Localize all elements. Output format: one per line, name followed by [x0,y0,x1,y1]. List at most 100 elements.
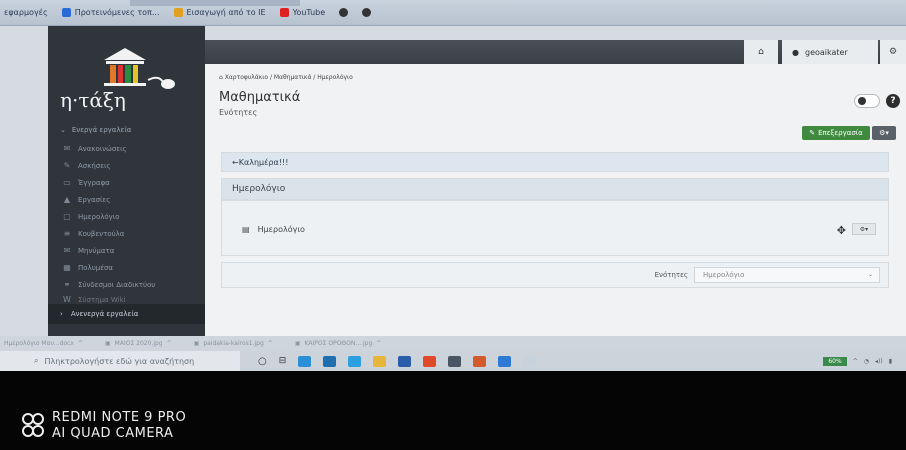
taskbar-apps: ○ ⊟ [258,355,537,367]
sidebar-item-documents[interactable]: ▭ Έγγραφα [48,174,205,191]
calendar-icon: ▤ [242,225,250,234]
chevron-up-icon: ^ [376,340,382,347]
sidebar-item-exercises[interactable]: ✎ Ασκήσεις [48,157,205,174]
units-label: Ενότητες [654,271,688,279]
skype-icon[interactable] [298,355,312,367]
bookmark-extra-2[interactable] [362,8,372,17]
image-icon: ▣ [105,340,111,347]
downloads-bar: Ημερολόγιο Μαν...docx ^ ▣ ΜΑΙΟΣ 2020.jpg ^ … [0,336,906,351]
word-icon[interactable] [398,355,412,367]
image-icon: ▣ [193,340,200,347]
move-icon[interactable]: ✥ [837,224,846,237]
file-explorer-icon[interactable] [373,355,387,367]
sidebar-section-inactive[interactable]: › Ανενεργά εργαλεία [48,304,205,324]
units-select[interactable]: Ημερολόγιο ⌄ [694,267,880,283]
help-button[interactable]: ? [886,94,900,108]
camera-watermark: REDMI NOTE 9 PRO AI QUAD CAMERA [52,410,187,441]
download-item[interactable]: ▣ paidakia-kairos1.jpg ^ [194,340,273,347]
chevron-right-icon: › [60,310,63,318]
battery-indicator[interactable]: 60% [823,356,847,366]
download-item[interactable]: ▣ ΚΑΙΡΟΣ ΟΡΟΘΟΝ....jpg ^ [295,340,381,347]
download-item[interactable]: ▣ ΜΑΙΟΣ 2020.jpg ^ [105,340,172,347]
address-bar[interactable] [130,0,300,6]
sidebar-item-multimedia[interactable]: ▦ Πολυμέσα [48,259,205,276]
top-navbar: ⌂ ● geoaikater ⚙ [205,40,906,64]
download-item[interactable]: Ημερολόγιο Μαν...docx ^ [4,340,83,347]
youtube-icon [279,8,289,17]
folder-icon: ▭ [63,178,71,187]
page-title: Μαθηματικά [219,90,301,105]
browser-page: η·τάξη ⌄ Ενεργά εργαλεία ✉ Ανακοινώσεις ✎… [0,26,906,336]
bookmark-suggested[interactable]: Προτεινόμενες τοπ... [61,8,160,17]
powerpoint-icon[interactable] [473,355,487,367]
flask-icon: ▲ [63,195,71,204]
sidebar-item-calendar[interactable]: ▢ Ημερολόγιο [48,208,205,225]
store-icon[interactable] [323,355,337,367]
bookmark-import-ie[interactable]: Εισαγωγή από το IE [173,8,266,17]
chevron-up-icon[interactable]: ^ [853,358,858,365]
edit-icon: ✎ [809,129,816,137]
edge-icon[interactable] [348,355,362,367]
welcome-panel[interactable]: ← Καλημέρα!!! [221,152,889,172]
sidebar-item-messages[interactable]: ✉ Μηνύματα [48,242,205,259]
wiki-icon: W [63,295,71,304]
units-selector-bar: Ενότητες Ημερολόγιο ⌄ [221,262,889,288]
sidebar-section-active[interactable]: ⌄ Ενεργά εργαλεία [48,120,205,140]
chevron-down-icon: ⌄ [60,126,66,134]
film-icon: ▦ [63,263,71,272]
bookmark-youtube[interactable]: YouTube [279,8,325,17]
main-content: ⌂ Χαρτοφυλάκιο / Μαθηματικά / Ημερολόγιο… [205,64,906,336]
breadcrumb[interactable]: ⌂ Χαρτοφυλάκιο / Μαθηματικά / Ημερολόγιο [219,74,353,81]
view-toggle[interactable] [854,94,880,108]
calendar-panel-body: ▤ Ημερολόγιο ✥ ⚙▾ [221,200,889,256]
link-icon: ⚭ [63,280,71,289]
bookmark-icon [61,8,71,17]
photos-icon[interactable] [498,355,512,367]
envelope-icon: ✉ [63,246,71,255]
settings-button[interactable]: ⚙ [880,40,906,64]
user-menu-button[interactable]: ● geoaikater [782,40,878,64]
chrome-icon[interactable] [423,355,437,367]
user-icon: ● [792,47,799,57]
globe-icon [339,8,349,17]
home-icon: ⌂ [758,47,764,57]
edit-button[interactable]: ✎ Επεξεργασία [802,126,870,140]
notification-icon[interactable]: ▮ [889,358,892,365]
network-icon[interactable]: ◔ [864,358,869,365]
chevron-up-icon: ^ [166,340,172,347]
school-logo-icon [104,48,175,89]
taskbar-search-input[interactable]: ⌕ Πληκτρολογήστε εδώ για αναζήτηση [0,351,240,371]
megaphone-icon: ✉ [63,144,71,153]
bookmark-extra-1[interactable] [339,8,349,17]
bookmark-apps[interactable]: εφαρμογές [4,8,48,17]
bookmarks-bar: εφαρμογές Προτεινόμενες τοπ... Εισαγωγή … [0,0,906,26]
taskbar: ⌕ Πληκτρολογήστε εδώ για αναζήτηση ○ ⊟ 6… [0,351,906,371]
task-view-icon[interactable]: ⊟ [279,356,287,366]
home-button[interactable]: ⌂ [744,40,778,64]
sidebar-item-chat[interactable]: ≡ Κουβεντούλα [48,225,205,242]
sidebar-item-announcements[interactable]: ✉ Ανακοινώσεις [48,140,205,157]
sidebar-item-assignments[interactable]: ▲ Εργασίες [48,191,205,208]
image-icon: ▣ [294,340,301,347]
question-icon: ? [890,96,896,106]
gear-icon: ⚙▾ [879,129,889,137]
search-icon: ⌕ [34,356,39,365]
calendar-item[interactable]: ▤ Ημερολόγιο [242,225,305,234]
calendar-icon: ▢ [63,212,71,221]
item-options-dropdown[interactable]: ⚙▾ [852,223,876,235]
globe-icon [362,8,372,17]
calendar-panel-heading: Ημερολόγιο [221,178,889,200]
printer-icon[interactable] [448,355,462,367]
mail-icon[interactable] [523,355,537,367]
options-dropdown-button[interactable]: ⚙▾ [872,126,896,140]
chevron-up-icon: ^ [77,340,83,347]
brand-name: η·τάξη [60,88,126,112]
folder-icon [173,8,183,17]
arrow-left-icon: ← [232,157,239,167]
page-subtitle: Ενότητες [219,108,258,117]
logo[interactable]: η·τάξη [60,44,190,114]
chevron-up-icon: ^ [267,340,273,347]
volume-icon[interactable]: ◂)) [875,358,883,365]
cortana-icon[interactable]: ○ [258,356,267,367]
camera-lens-icon [22,413,44,437]
